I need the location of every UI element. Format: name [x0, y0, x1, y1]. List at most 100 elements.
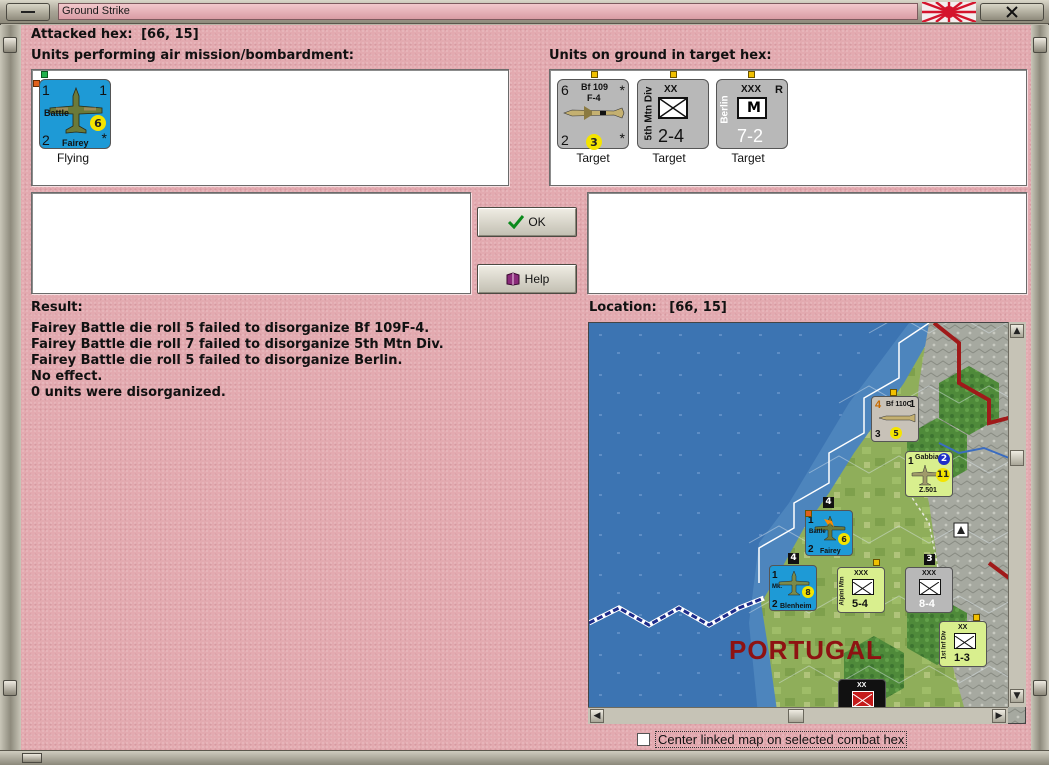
unit-status-dot — [973, 614, 980, 621]
result-line: No effect. — [31, 369, 103, 384]
infantry-symbol-icon — [852, 579, 874, 596]
frame-knob — [3, 37, 17, 53]
scroll-down-arrow-icon[interactable]: ▼ — [1010, 689, 1024, 703]
ground-unit-5th-mtn-div[interactable]: XX 5th Mtn Div 2-4 — [637, 79, 709, 149]
infantry-symbol-icon — [919, 579, 941, 596]
scroll-left-arrow-icon[interactable]: ◀ — [590, 709, 604, 723]
map-vertical-scrollbar[interactable]: ▲ ▼ — [1008, 322, 1026, 707]
unit-side-name: 1st Inf Div — [941, 630, 948, 660]
stack-count: 3 — [924, 554, 935, 565]
scroll-right-arrow-icon[interactable]: ▶ — [992, 709, 1006, 723]
unit-circle-value: 11 — [936, 468, 950, 482]
bottom-frame-border — [0, 750, 1049, 765]
infantry-symbol-icon — [954, 633, 976, 650]
resize-grip-icon[interactable] — [22, 753, 42, 763]
unit-maker: Fairey — [820, 548, 841, 555]
air-detail-panel — [31, 192, 471, 294]
unit-size: XX — [664, 84, 678, 95]
unit-top-left-value: 1 — [772, 570, 778, 581]
rising-sun-flag-icon — [922, 2, 976, 22]
unit-bottom-left-value: 2 — [42, 132, 50, 148]
unit-mark: * — [619, 130, 625, 146]
close-button[interactable] — [980, 3, 1044, 21]
result-label: Result: — [31, 300, 83, 315]
window-minimize-icon — [21, 11, 35, 13]
map-unit-blenheim[interactable]: 1 Mk. 8 2 Blenheim — [769, 565, 817, 611]
checkmark-icon — [508, 215, 525, 229]
horizontal-scroll-thumb[interactable] — [788, 709, 804, 723]
help-button[interactable]: Help — [477, 264, 577, 294]
help-button-label: Help — [524, 272, 550, 286]
unit-status-dot — [670, 71, 677, 78]
center-map-checkbox[interactable] — [637, 733, 650, 746]
unit-bottom-left-value: 2 — [808, 544, 814, 555]
vertical-scroll-thumb[interactable] — [1010, 450, 1024, 466]
title-strip — [58, 3, 918, 20]
ground-detail-panel — [587, 192, 1027, 294]
unit-caption-flying: Flying — [56, 151, 89, 165]
unit-status-dot — [591, 71, 598, 78]
stack-count: 4 — [823, 497, 834, 508]
ground-unit-bf109[interactable]: 6 Bf 109 F-4 * 2 3 * — [557, 79, 629, 150]
unit-strength: 5-4 — [852, 598, 868, 610]
attacked-hex-value: [66, 15] — [141, 27, 199, 42]
motorized-symbol-icon: M — [737, 97, 767, 119]
unit-name: Battle — [44, 108, 70, 118]
frame-knob — [1033, 37, 1047, 53]
location-caption: Location: — [589, 300, 657, 315]
help-book-icon — [506, 272, 520, 286]
unit-strength: 1-3 — [954, 652, 970, 664]
center-map-checkbox-label[interactable]: Center linked map on selected combat hex — [655, 731, 908, 748]
map-unit-alpini[interactable]: XXX Alpini Mtn 5-4 — [837, 567, 885, 613]
unit-size: XXX — [854, 570, 869, 577]
unit-strength: 2-4 — [658, 126, 685, 146]
map-horizontal-scrollbar[interactable]: ◀ ▶ — [588, 707, 1008, 724]
ok-button[interactable]: OK — [477, 207, 577, 237]
map-unit-bf110[interactable]: 4 Bf 110C 1 3 5 — [871, 396, 919, 442]
map-unit-inf-div[interactable]: XX 1st Inf Div 1-3 — [939, 621, 987, 667]
ground-units-label: Units on ground in target hex: — [549, 48, 772, 63]
unit-bottom-left-value: 2 — [772, 599, 778, 610]
scroll-up-arrow-icon[interactable]: ▲ — [1010, 324, 1024, 338]
air-unit-fairey-battle[interactable]: 1 1 Battle 6 2 Fairey * — [39, 79, 111, 149]
unit-status-dot — [748, 71, 755, 78]
result-text: Fairey Battle die roll 5 failed to disor… — [31, 321, 444, 401]
result-line: 0 units were disorganized. — [31, 385, 226, 400]
unit-bottom-left-value: 3 — [875, 429, 881, 440]
ground-unit-berlin[interactable]: XXX R Berlin M 7-2 — [716, 79, 788, 149]
unit-name: Battle — [809, 529, 826, 535]
infantry-symbol-icon — [852, 691, 874, 708]
unit-bottom-left-value: 2 — [561, 132, 569, 148]
map-unit-grey-corps[interactable]: XXX 8-4 — [905, 567, 953, 613]
country-label: PORTUGAL — [729, 635, 883, 665]
unit-maker: Blenheim — [780, 603, 812, 610]
minimize-button[interactable] — [6, 3, 50, 21]
stack-count: 4 — [788, 553, 799, 564]
unit-caption-target: Target — [576, 151, 610, 165]
ok-button-label: OK — [528, 215, 546, 229]
location-value: [66, 15] — [669, 300, 727, 315]
mini-map[interactable]: 4 Bf 110C 1 3 5 1 Gabbiano 2 11 Z.501 1 … — [588, 322, 1026, 724]
unit-size: XX — [958, 624, 968, 631]
unit-status-dot — [805, 510, 812, 517]
unit-circle-value: 5 — [890, 427, 902, 439]
attacked-hex-label: Attacked hex: [66, 15] — [31, 27, 199, 42]
close-icon — [1006, 6, 1018, 18]
unit-model: F-4 — [587, 93, 601, 103]
map-unit-gabbiano[interactable]: 1 Gabbiano 2 11 Z.501 — [905, 451, 953, 497]
unit-model: Z.501 — [919, 487, 937, 494]
unit-strength: 7-2 — [737, 126, 764, 146]
symbol-letter: M — [747, 100, 761, 116]
unit-circle-value: 8 — [802, 586, 814, 598]
mountain-infantry-symbol-icon — [658, 97, 688, 119]
unit-name: Mk. — [772, 584, 783, 590]
map-unit-fairey-battle[interactable]: 1 Battle 6 2 Fairey — [805, 510, 853, 556]
unit-name: Bf 109 — [581, 82, 609, 92]
right-frame-border — [1031, 25, 1049, 750]
unit-status-dot — [41, 71, 48, 78]
unit-size: XXX — [922, 570, 937, 577]
result-line: Fairey Battle die roll 5 failed to disor… — [31, 353, 403, 368]
unit-side-name: Berlin — [719, 95, 731, 124]
fighter-plane-icon — [878, 413, 916, 423]
unit-size: XXX — [741, 84, 762, 95]
